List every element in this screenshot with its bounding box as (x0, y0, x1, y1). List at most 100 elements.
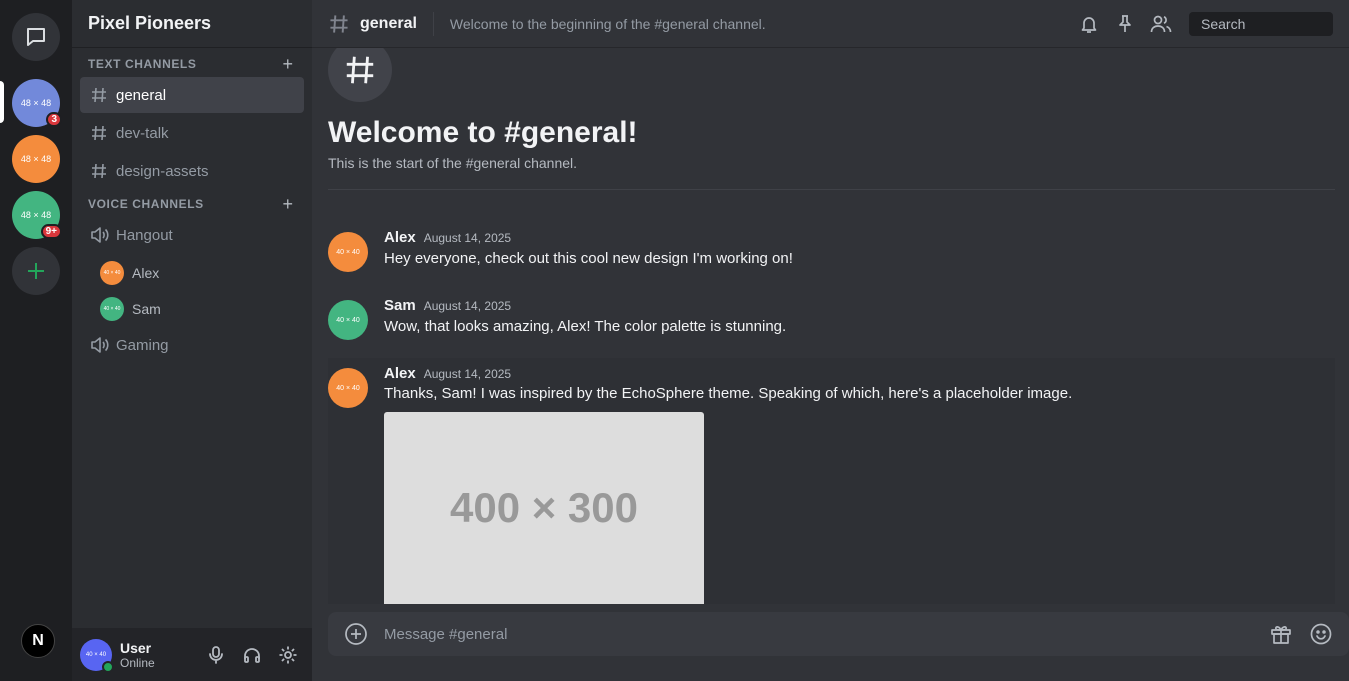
emoji-button[interactable] (1309, 622, 1333, 646)
hash-icon (90, 86, 110, 104)
message-text: Thanks, Sam! I was inspired by the EchoS… (384, 385, 1073, 402)
welcome-subtitle: This is the start of the #general channe… (328, 155, 578, 171)
avatar[interactable]: 40 × 40 (328, 300, 368, 340)
notification-badge: 3 (46, 112, 62, 127)
chat-bubble-icon (27, 28, 45, 46)
channel-header: general Welcome to the beginning of the … (312, 0, 1349, 48)
members-icon (1150, 15, 1172, 32)
user-settings-button[interactable] (272, 639, 304, 671)
divider (328, 189, 1335, 190)
channel-dev-talk[interactable]: dev-talk (80, 115, 304, 151)
plus-icon (28, 263, 44, 279)
channel-design-assets[interactable]: design-assets (80, 153, 304, 189)
avatar-label: 40 × 40 (85, 651, 107, 658)
online-status-dot (102, 660, 114, 673)
category-label: TEXT CHANNELS (88, 57, 197, 71)
channel-label: Hangout (116, 226, 173, 244)
avatar[interactable]: 40 × 40 (80, 638, 114, 673)
message-author[interactable]: Sam (384, 297, 416, 314)
channel-label: design-assets (116, 162, 209, 180)
voice-user-name: Alex (132, 265, 160, 281)
user-info[interactable]: User Online (120, 640, 196, 670)
headphones-icon (244, 647, 260, 663)
microphone-icon (209, 645, 223, 664)
active-server-indicator (0, 81, 4, 123)
message-composer (328, 612, 1349, 656)
text-channels-category[interactable]: TEXT CHANNELS + (88, 54, 296, 74)
hash-icon (90, 124, 110, 142)
plus-circle-icon (345, 623, 367, 645)
avatar: 40 × 40 (100, 297, 124, 321)
direct-messages-button[interactable] (12, 13, 60, 61)
voice-channel-hangout[interactable]: Hangout (80, 217, 304, 253)
server-icon-1[interactable]: 48 × 48 3 (12, 79, 62, 127)
message-timestamp: August 14, 2025 (423, 299, 512, 313)
message-author[interactable]: Alex (384, 229, 416, 246)
member-list-button[interactable] (1149, 12, 1173, 36)
pin-icon (1119, 14, 1131, 32)
app: 48 × 48 3 48 × 48 48 × 48 9+ N Pixel Pio… (0, 0, 1349, 681)
hash-icon (346, 56, 374, 84)
channel-general[interactable]: general (80, 77, 304, 113)
upload-button[interactable] (344, 622, 368, 646)
message-timestamp: August 14, 2025 (423, 367, 512, 381)
user-status: Online (120, 655, 155, 670)
message-text: Wow, that looks amazing, Alex! The color… (384, 318, 787, 335)
server-rail: 48 × 48 3 48 × 48 48 × 48 9+ N (0, 0, 72, 681)
voice-user-alex[interactable]: 40 × 40 Alex (100, 259, 159, 287)
deafen-button[interactable] (236, 639, 268, 671)
message-header: Sam August 14, 2025 (384, 297, 511, 314)
hash-icon (330, 14, 348, 33)
notification-badge: 9+ (40, 224, 62, 239)
composer-actions (1269, 622, 1333, 646)
voice-user-sam[interactable]: 40 × 40 Sam (100, 295, 161, 323)
mute-button[interactable] (200, 639, 232, 671)
image-attachment[interactable]: 400 × 300 (384, 412, 704, 604)
message-timestamp: August 14, 2025 (423, 231, 512, 245)
channel-label: general (116, 86, 167, 104)
voice-channels-category[interactable]: VOICE CHANNELS + (88, 194, 296, 214)
chat-area: general Welcome to the beginning of the … (312, 0, 1349, 681)
channel-topic: Welcome to the beginning of the #general… (449, 15, 766, 32)
notifications-button[interactable] (1077, 12, 1101, 36)
message-item[interactable]: 40 × 40 Alex August 14, 2025 Hey everyon… (328, 229, 1335, 276)
avatar[interactable]: 40 × 40 (328, 232, 368, 272)
user-name: User (120, 639, 152, 656)
app-logo[interactable]: N (21, 624, 55, 658)
welcome-title: Welcome to #general! (328, 116, 638, 149)
channel-label: Gaming (116, 336, 169, 354)
add-channel-icon[interactable]: + (280, 54, 296, 75)
gear-icon (279, 646, 297, 663)
avatar: 40 × 40 (100, 261, 124, 285)
pinned-messages-button[interactable] (1113, 12, 1137, 36)
message-text: Hey everyone, check out this cool new de… (384, 250, 793, 267)
hash-icon (90, 162, 110, 180)
voice-user-name: Sam (132, 301, 161, 317)
message-input[interactable] (384, 625, 1269, 643)
speaker-icon (90, 336, 110, 354)
server-icon-label: 48 × 48 (20, 154, 52, 164)
add-server-button[interactable] (12, 247, 60, 295)
message-item[interactable]: 40 × 40 Sam August 14, 2025 Wow, that lo… (328, 297, 1335, 344)
server-icon-2[interactable]: 48 × 48 (12, 135, 60, 183)
user-panel: 40 × 40 User Online (72, 628, 312, 681)
guild-name: Pixel Pioneers (88, 13, 212, 33)
search-input[interactable] (1189, 11, 1333, 36)
gift-button[interactable] (1269, 622, 1293, 646)
gift-icon (1271, 626, 1291, 644)
message-item[interactable]: 40 × 40 Alex August 14, 2025 Thanks, Sam… (328, 358, 1335, 604)
server-icon-label: 48 × 48 (20, 98, 52, 108)
avatar[interactable]: 40 × 40 (328, 368, 368, 408)
message-author[interactable]: Alex (384, 365, 416, 382)
speaker-icon (90, 226, 110, 244)
channel-label: dev-talk (116, 124, 169, 142)
channel-sidebar: Pixel Pioneers TEXT CHANNELS + general d… (72, 0, 312, 681)
message-header: Alex August 14, 2025 (384, 365, 511, 382)
server-icon-label: 48 × 48 (20, 210, 52, 220)
add-channel-icon[interactable]: + (280, 194, 296, 215)
server-icon-3[interactable]: 48 × 48 9+ (12, 191, 62, 239)
message-header: Alex August 14, 2025 (384, 229, 511, 246)
voice-channel-gaming[interactable]: Gaming (80, 327, 304, 363)
guild-header[interactable]: Pixel Pioneers (72, 0, 312, 48)
header-divider (432, 11, 434, 36)
